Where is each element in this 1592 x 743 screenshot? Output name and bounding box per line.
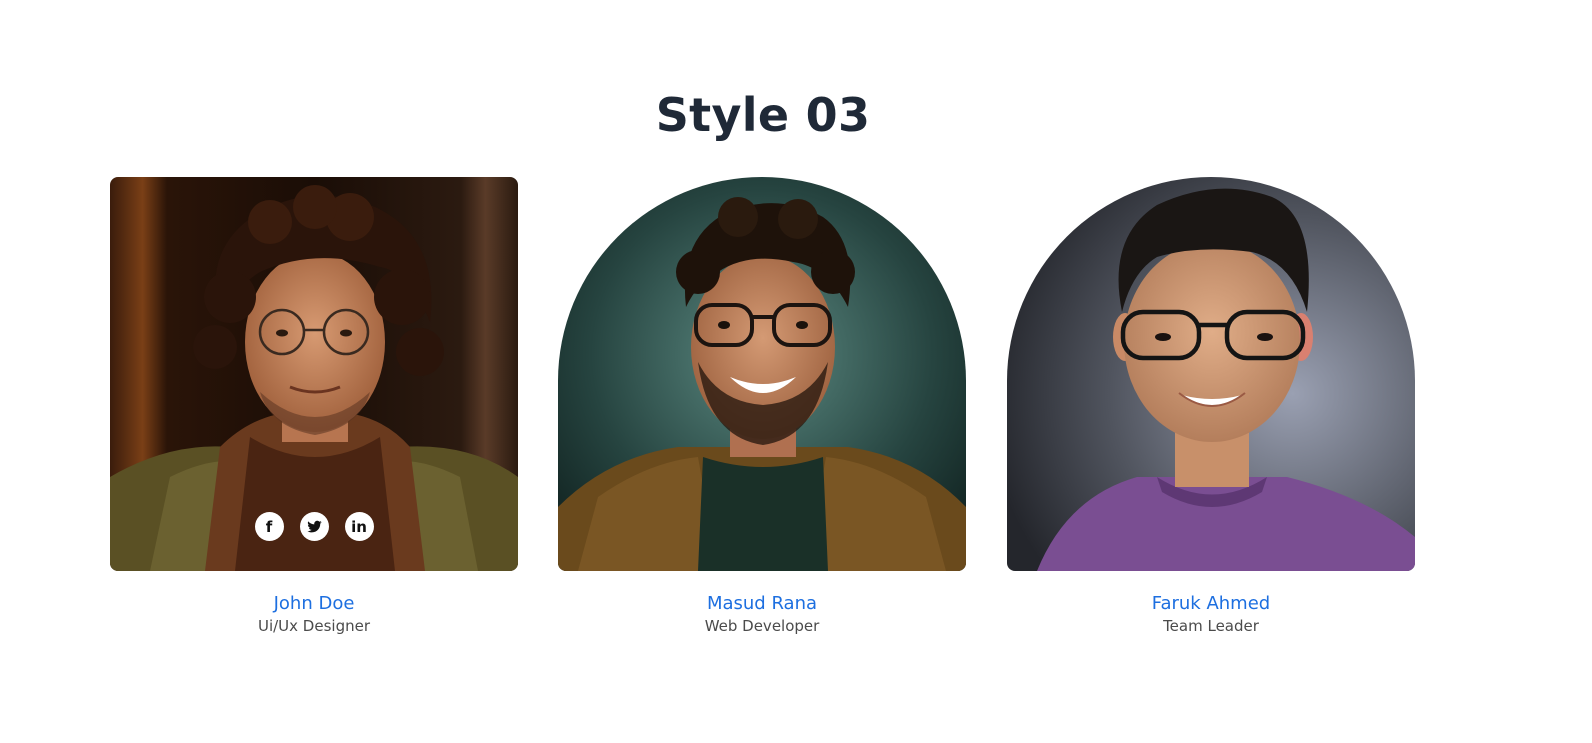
linkedin-icon[interactable]: in — [344, 512, 374, 541]
member-role: Team Leader — [1163, 617, 1259, 635]
member-photo — [558, 177, 966, 571]
member-role: Web Developer — [704, 617, 820, 635]
member-photo: f in — [110, 177, 518, 571]
member-role: Ui/Ux Designer — [257, 617, 370, 635]
twitter-icon[interactable] — [299, 512, 329, 541]
member-photo — [1007, 177, 1415, 571]
member-name[interactable]: Faruk Ahmed — [1007, 593, 1415, 614]
member-name[interactable]: Masud Rana — [558, 593, 966, 614]
team-card-faruk-ahmed[interactable]: Faruk Ahmed Team Leader — [1007, 177, 1415, 635]
portrait-image — [1007, 177, 1415, 571]
team-card-john-doe[interactable]: f in John Doe Ui/Ux Designer — [110, 177, 518, 635]
member-name[interactable]: John Doe — [110, 593, 518, 614]
portrait-image — [558, 177, 966, 571]
team-card-masud-rana[interactable]: Masud Rana Web Developer — [558, 177, 966, 635]
social-links: f in — [110, 512, 518, 541]
twitter-bird-icon — [306, 520, 322, 533]
facebook-icon[interactable]: f — [254, 512, 284, 541]
section-title: Style 03 — [655, 88, 871, 142]
